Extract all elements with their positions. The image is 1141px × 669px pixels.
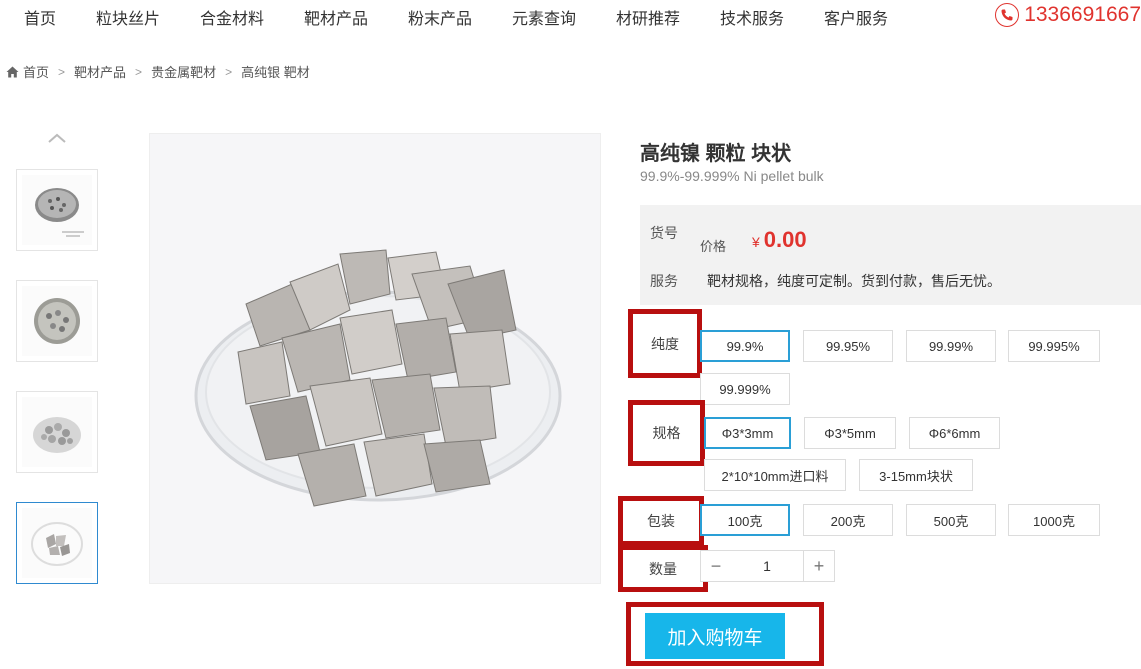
product-subtitle: 99.9%-99.999% Ni pellet bulk (640, 168, 824, 184)
purity-option-99.99[interactable]: 99.99% (906, 330, 996, 362)
purity-option-99.9[interactable]: 99.9% (700, 330, 790, 362)
spec-option-phi3x5[interactable]: Φ3*5mm (804, 417, 896, 449)
nav-item-alloys[interactable]: 合金材料 (200, 5, 264, 29)
chevron-right-icon: > (58, 64, 66, 79)
breadcrumb-home[interactable]: 首页 (23, 62, 49, 81)
thumbs-up-arrow-icon[interactable] (48, 130, 66, 148)
nav-item-recommend[interactable]: 材研推荐 (616, 5, 680, 29)
price-label: 价格 (700, 239, 727, 254)
phone-contact[interactable]: 1336691667 (995, 3, 1141, 27)
price-value: 0.00 (763, 227, 807, 252)
nav-item-powders[interactable]: 粉末产品 (408, 5, 472, 29)
nav-item-elements[interactable]: 元素查询 (512, 5, 576, 29)
thumbnail-3[interactable] (16, 391, 98, 473)
breadcrumb: 首页 > 靶材产品 > 贵金属靶材 > 高纯银 靶材 (6, 62, 310, 81)
nav-item-tech-service[interactable]: 技术服务 (720, 5, 784, 29)
purity-option-99.95[interactable]: 99.95% (803, 330, 893, 362)
chevron-right-icon: > (135, 64, 143, 79)
quantity-plus-button[interactable]: + (803, 550, 835, 582)
spec-option-3-15mm[interactable]: 3-15mm块状 (859, 459, 973, 491)
package-option-100g[interactable]: 100克 (700, 504, 790, 536)
service-text: 靶材规格，纯度可定制。货到付款，售后无忧。 (707, 273, 1001, 289)
service-label: 服务 (650, 273, 678, 289)
chevron-right-icon: > (225, 64, 233, 79)
breadcrumb-precious-targets[interactable]: 贵金属靶材 (151, 62, 216, 81)
top-nav: 首页 粒块丝片 合金材料 靶材产品 粉末产品 元素查询 材研推荐 技术服务 客户… (0, 0, 1141, 34)
quantity-label: 数量 (618, 545, 708, 592)
home-icon (6, 66, 19, 78)
price-symbol: ¥ (752, 234, 760, 250)
purity-label: 纯度 (628, 309, 702, 378)
thumbnail-2[interactable] (16, 280, 98, 362)
quantity-minus-button[interactable]: − (700, 550, 732, 582)
package-option-500g[interactable]: 500克 (906, 504, 996, 536)
spec-label: 规格 (628, 400, 705, 466)
spec-option-phi3x3[interactable]: Φ3*3mm (704, 417, 791, 449)
nav-item-pellets[interactable]: 粒块丝片 (96, 5, 160, 29)
phone-icon (995, 3, 1020, 27)
thumbnail-1[interactable] (16, 169, 98, 251)
add-to-cart-button[interactable]: 加入购物车 (645, 613, 785, 659)
breadcrumb-targets[interactable]: 靶材产品 (74, 62, 126, 81)
nav-item-targets[interactable]: 靶材产品 (304, 5, 368, 29)
sku-label: 货号 (650, 225, 678, 241)
nav-item-home[interactable]: 首页 (24, 5, 56, 29)
purity-option-99.995[interactable]: 99.995% (1008, 330, 1100, 362)
breadcrumb-current: 高纯银 靶材 (241, 65, 310, 80)
price: ¥0.00 (752, 227, 807, 253)
thumbnail-4[interactable] (16, 502, 98, 584)
spec-option-2x10x10[interactable]: 2*10*10mm进口料 (704, 459, 846, 491)
product-main-image (149, 133, 601, 584)
package-option-1000g[interactable]: 1000克 (1008, 504, 1100, 536)
purity-option-99.999[interactable]: 99.999% (700, 373, 790, 405)
phone-number: 1336691667 (1024, 3, 1141, 26)
package-label: 包装 (618, 496, 704, 546)
product-title: 高纯镍 颗粒 块状 (640, 143, 792, 165)
spec-option-phi6x6[interactable]: Φ6*6mm (909, 417, 1000, 449)
package-option-200g[interactable]: 200克 (803, 504, 893, 536)
quantity-input[interactable] (731, 550, 803, 582)
nav-item-customer-service[interactable]: 客户服务 (824, 5, 888, 29)
